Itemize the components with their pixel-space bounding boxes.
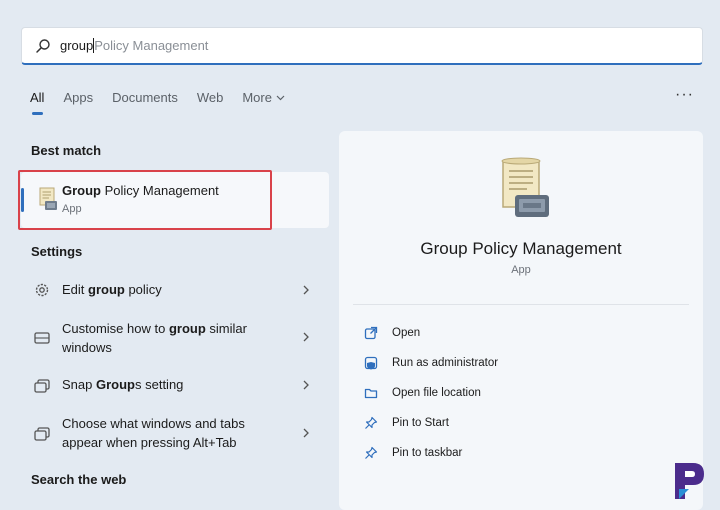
setting-label: Customise how to group similar windows [62,319,272,357]
pin-icon [363,415,379,431]
action-label: Open [392,327,421,339]
setting-alt-tab[interactable]: Choose what windows and tabs appear when… [21,411,329,457]
shield-icon [363,355,379,371]
label-match: group [168,321,206,336]
more-options-button[interactable]: ··· [675,86,694,104]
chevron-right-icon [303,285,309,295]
chevron-down-icon [276,95,285,100]
label-pre: Snap [62,377,96,392]
tab-more-label: More [242,90,272,105]
snap-icon [34,379,50,393]
app-subtitle: App [511,264,531,276]
tab-apps[interactable]: Apps [63,90,93,105]
folder-icon [363,385,379,401]
action-pin-to-taskbar[interactable]: Pin to taskbar [363,443,462,463]
app-title: Group Policy Management [420,239,622,258]
highlight-box [18,170,272,230]
best-match-heading: Best match [31,143,102,158]
action-pin-to-start[interactable]: Pin to Start [363,413,449,433]
open-external-icon [363,325,379,341]
chevron-right-icon [303,380,309,390]
tab-documents[interactable]: Documents [112,90,178,105]
label-post: policy [124,282,162,297]
label-post: s setting [134,377,184,392]
divider [353,304,689,305]
settings-heading: Settings [31,244,83,259]
label-pre: Customise how to [62,321,169,336]
chevron-right-icon [303,428,309,438]
label-pre: Edit [62,282,89,297]
action-label: Pin to Start [392,417,449,429]
action-label: Run as administrator [392,357,499,369]
search-box[interactable]: groupPolicy Management [21,27,703,65]
tab-more[interactable]: More [242,90,285,105]
search-query: group [60,38,94,53]
details-panel: Group Policy Management App Open Run as … [339,131,703,510]
pin-icon [363,445,379,461]
setting-customise-group-windows[interactable]: Customise how to group similar windows [21,316,329,362]
label-match: group [88,282,125,297]
tab-web[interactable]: Web [197,90,224,105]
chevron-right-icon [303,332,309,342]
setting-edit-group-policy[interactable]: Edit group policy [21,271,329,317]
setting-label: Edit group policy [62,280,272,299]
setting-label: Snap Groups setting [62,375,272,394]
brand-logo-icon [675,463,704,499]
action-label: Pin to taskbar [392,447,463,459]
switch-window-icon [34,427,50,441]
search-suggestion: Policy Management [94,38,209,53]
action-run-as-admin[interactable]: Run as administrator [363,353,498,373]
action-open[interactable]: Open [363,323,420,343]
filter-tabs: All Apps Documents Web More [30,90,304,115]
results-panel: Best match Group Policy Management App S… [18,130,329,510]
search-input[interactable]: groupPolicy Management [60,38,208,53]
policy-scroll-icon [501,157,549,217]
setting-snap-groups[interactable]: Snap Groups setting [21,366,329,412]
action-label: Open file location [392,387,481,399]
setting-label: Choose what windows and tabs appear when… [62,414,272,452]
search-web-heading: Search the web [31,472,127,487]
label-pre: Choose what windows and tabs appear when… [62,416,245,450]
search-icon [35,38,51,54]
label-match: Group [95,377,135,392]
window-icon [34,332,50,344]
tab-all[interactable]: All [30,90,44,115]
action-open-file-location[interactable]: Open file location [363,383,481,403]
gear-icon [35,283,49,297]
